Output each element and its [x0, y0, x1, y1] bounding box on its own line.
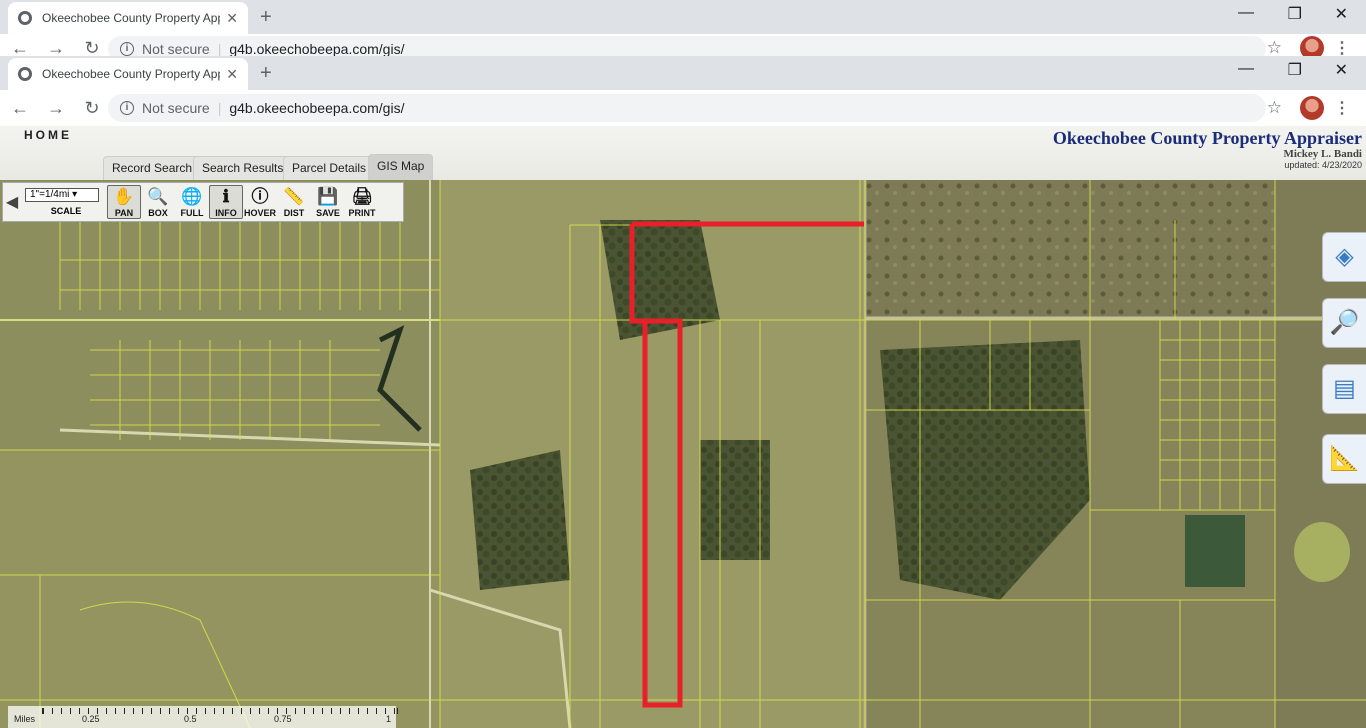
info-icon[interactable]: i — [120, 42, 134, 56]
address-bar[interactable]: i Not secure | g4b.okeechobeepa.com/gis/ — [108, 94, 1266, 122]
scale-tick-label: 0.75 — [274, 714, 292, 724]
scale-tick-label: 1 — [386, 714, 392, 724]
distance-button[interactable]: 📏 DIST — [277, 186, 311, 218]
scale-select[interactable]: 1"=1/4mi ▾ — [25, 188, 99, 202]
globe-icon — [18, 11, 32, 25]
save-button[interactable]: 💾 SAVE — [311, 186, 345, 218]
scale-tick-label: 0.5 — [184, 714, 197, 724]
map-scale-bar: Miles 0.25 0.5 0.75 1 — [8, 706, 398, 728]
aerial-imagery — [0, 180, 1366, 728]
info-button[interactable]: ℹ INFO — [209, 185, 243, 219]
tab-gis-map[interactable]: GIS Map — [368, 154, 434, 180]
printer-icon: 🖨 — [351, 187, 373, 206]
scale-label: SCALE — [50, 206, 82, 216]
browser-tab[interactable]: Okeechobee County Property Appraiser ✕ — [8, 58, 248, 90]
home-link[interactable]: HOME — [24, 128, 72, 142]
box-zoom-button[interactable]: 🔍 BOX — [141, 186, 175, 218]
scale-unit: Miles — [14, 714, 36, 724]
info-icon: ℹ — [222, 187, 230, 206]
appraiser-name: Mickey L. Bandi — [1283, 148, 1362, 160]
globe-zoom-icon: 🌐 — [181, 187, 203, 206]
hover-info-icon: ⓘ — [251, 187, 269, 206]
tab-parcel-details[interactable]: Parcel Details — [283, 156, 376, 180]
scale-tick-label: 0.25 — [82, 714, 100, 724]
tab-title: Okeechobee County Property Appraiser — [42, 67, 220, 81]
bookmark-star-icon[interactable]: ☆ — [1267, 98, 1282, 118]
gis-map[interactable] — [0, 180, 1366, 728]
pan-button[interactable]: ✋ PAN — [107, 185, 141, 219]
close-window-icon[interactable]: ✕ — [1335, 60, 1348, 80]
new-tab-icon[interactable]: + — [260, 6, 272, 29]
updated-date: updated: 4/23/2020 — [1284, 160, 1362, 170]
layers-icon[interactable]: ◈ — [1322, 232, 1366, 282]
globe-icon — [18, 67, 32, 81]
close-tab-icon[interactable]: ✕ — [226, 66, 238, 83]
close-tab-icon[interactable]: ✕ — [226, 10, 238, 27]
avatar[interactable] — [1300, 96, 1324, 120]
back-icon[interactable]: ← — [4, 98, 36, 119]
menu-icon[interactable]: ⋮ — [1334, 38, 1350, 58]
full-extent-button[interactable]: 🌐 FULL — [175, 186, 209, 218]
restore-icon[interactable]: ❐ — [1288, 60, 1302, 80]
tab-search-results[interactable]: Search Results — [193, 156, 293, 180]
save-icon: 💾 — [317, 187, 339, 206]
browser-tab[interactable]: Okeechobee County Property Appraiser ✕ — [8, 2, 248, 34]
url-text: g4b.okeechobeepa.com/gis/ — [229, 41, 405, 57]
site-header: HOME Record Search Search Results Parcel… — [0, 126, 1366, 180]
ruler-icon: 📏 — [283, 187, 305, 206]
forward-icon[interactable]: → — [40, 98, 72, 119]
scale-control: 1"=1/4mi ▾ SCALE — [25, 188, 107, 216]
browser-window-back: Okeechobee County Property Appraiser ✕ +… — [0, 0, 1366, 62]
new-tab-icon[interactable]: + — [260, 62, 272, 85]
scale-value: 1"=1/4mi — [30, 189, 70, 200]
security-label: Not secure — [142, 41, 210, 57]
browser-window: Okeechobee County Property Appraiser ✕ +… — [0, 56, 1366, 126]
minimize-icon[interactable]: — — [1238, 4, 1254, 22]
url-text: g4b.okeechobeepa.com/gis/ — [229, 100, 405, 116]
hand-icon: ✋ — [113, 187, 135, 206]
nav-bar: ← → ↻ i Not secure | g4b.okeechobeepa.co… — [0, 90, 1366, 126]
map-toolbar: ◀ 1"=1/4mi ▾ SCALE ✋ PAN 🔍 BOX 🌐 FULL ℹ INFO… — [2, 182, 404, 222]
security-label: Not secure — [142, 100, 210, 116]
measure-icon[interactable]: 📐 — [1322, 434, 1366, 484]
close-window-icon[interactable]: ✕ — [1335, 4, 1348, 24]
print-button[interactable]: 🖨 PRINT — [345, 186, 379, 218]
bookmark-star-icon[interactable]: ☆ — [1267, 38, 1282, 58]
restore-icon[interactable]: ❐ — [1288, 4, 1302, 24]
site-title: Okeechobee County Property Appraiser — [1052, 128, 1362, 148]
minimize-icon[interactable]: — — [1238, 60, 1254, 78]
legend-icon[interactable]: ▤ — [1322, 364, 1366, 414]
menu-icon[interactable]: ⋮ — [1334, 98, 1350, 118]
tab-record-search[interactable]: Record Search — [103, 156, 202, 180]
tab-strip: Okeechobee County Property Appraiser ✕ +… — [0, 0, 1366, 34]
tab-strip: Okeechobee County Property Appraiser ✕ +… — [0, 56, 1366, 90]
info-icon[interactable]: i — [120, 101, 134, 115]
hover-button[interactable]: ⓘ HOVER — [243, 186, 277, 218]
reload-icon[interactable]: ↻ — [76, 98, 108, 119]
zoom-box-icon: 🔍 — [147, 187, 169, 206]
collapse-toolbar-icon[interactable]: ◀ — [3, 192, 21, 212]
search-map-icon[interactable]: 🔎 — [1322, 298, 1366, 348]
tab-title: Okeechobee County Property Appraiser — [42, 11, 220, 25]
